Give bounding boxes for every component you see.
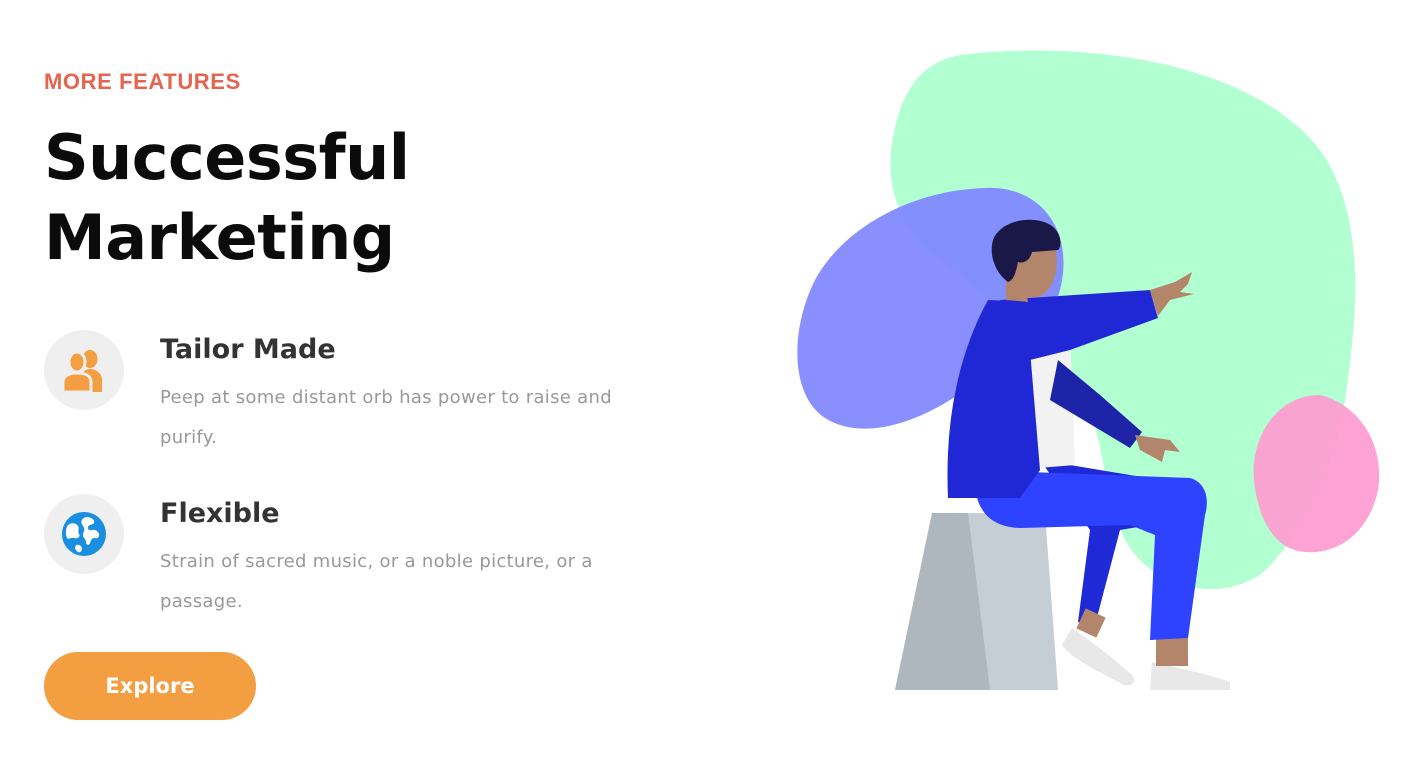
feature-title: Tailor Made (160, 334, 336, 365)
feature-text: Flexible Strain of sacred music, or a no… (160, 496, 640, 622)
features-section: MORE FEATURES Successful Marketing Tailo… (44, 66, 664, 658)
globe-icon (62, 512, 106, 556)
section-headline: Successful Marketing (44, 118, 664, 278)
users-icon (61, 350, 102, 392)
feature-text: Tailor Made Peep at some distant orb has… (160, 332, 640, 458)
feature-description: Peep at some distant orb has power to ra… (160, 387, 612, 448)
hero-illustration (797, 50, 1380, 690)
shoe-right (1150, 662, 1230, 690)
feature-item-flexible: Flexible Strain of sacred music, or a no… (44, 494, 664, 658)
page: MORE FEATURES Successful Marketing Tailo… (0, 0, 1423, 783)
feature-item-tailor-made: Tailor Made Peep at some distant orb has… (44, 330, 664, 494)
feature-icon-circle (44, 494, 124, 574)
pink-blob (1253, 395, 1380, 553)
headline-line-2: Marketing (44, 201, 395, 274)
feature-description: Strain of sacred music, or a noble pictu… (160, 551, 593, 612)
feature-list: Tailor Made Peep at some distant orb has… (44, 330, 664, 658)
shoe-left (1062, 628, 1135, 686)
section-eyebrow: MORE FEATURES (44, 69, 241, 94)
feature-title: Flexible (160, 498, 280, 529)
explore-button[interactable]: Explore (44, 652, 256, 720)
feature-icon-circle (44, 330, 124, 410)
headline-line-1: Successful (44, 121, 410, 194)
